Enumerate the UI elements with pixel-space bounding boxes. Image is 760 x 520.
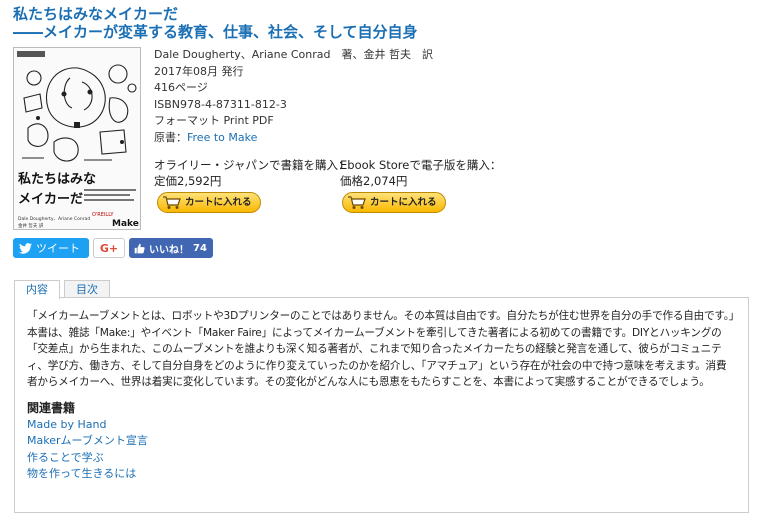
tab-toc[interactable]: 目次 [64,280,110,298]
list-item: Makerムーブメント宣言 [27,433,736,450]
cover-publisher-logo: O'REILLY [92,212,114,218]
book-metadata: Dale Dougherty、Ariane Conrad 著、金井 哲夫 訳 2… [154,47,433,146]
book-cover-image: 私たちはみな メイカーだ Dale Dougherty、Ariane Conra… [13,47,141,230]
related-book-link[interactable]: 作ることで学ぶ [27,451,104,464]
book-original: 原書：Free to Make [154,130,433,147]
related-book-link[interactable]: 物を作って生きるには [27,467,136,480]
cover-make-logo: Make: [112,219,141,229]
buy-print-label: オライリー・ジャパンで書籍を購入： [154,158,350,172]
related-books-heading: 関連書籍 [27,400,76,415]
thumbs-up-icon [134,243,145,253]
ebook-price: 価格2,074円 [340,174,408,188]
cart-label: カートに入れる [370,196,437,208]
book-title-sub: ――メイカーが変革する教育、仕事、社会、そして自分自身 [13,23,418,41]
original-book-link[interactable]: Free to Make [187,131,257,144]
book-authors: Dale Dougherty、Ariane Conrad 著、金井 哲夫 訳 [154,48,433,61]
list-item: 作ることで学ぶ [27,450,736,467]
book-format: フォーマット Print PDF [154,114,274,127]
book-title-main: 私たちはみなメイカーだ [13,5,179,23]
social-buttons: ツイート G+ いいね！ 74 [13,238,213,258]
like-label: いいね！ [149,244,189,256]
list-item: Made by Hand [27,417,736,434]
buy-ebook-label: Ebook Storeで電子版を購入： [340,158,502,172]
tab-panel: 「メイカームーブメントとは、ロボットや3Dプリンターのことではありません。その本… [14,297,749,513]
cover-translator: 金井 哲夫 訳 [18,222,44,229]
cover-title-line1: 私たちはみな [18,171,96,187]
book-isbn: ISBN978-4-87311-812-3 [154,97,287,111]
facebook-like-button[interactable]: いいね！ 74 [129,238,213,258]
like-count: 74 [193,242,207,254]
tab-contents[interactable]: 内容 [14,280,60,299]
cover-authors: Dale Dougherty、Ariane Conrad [18,216,90,222]
print-price: 定価2,592円 [154,174,222,188]
list-item: 物を作って生きるには [27,466,736,483]
book-description: 「メイカームーブメントとは、ロボットや3Dプリンターのことではありません。その本… [27,310,734,388]
cart-icon [348,196,366,209]
cover-title-line2: メイカーだ [18,192,83,207]
buy-ebook: Ebook Storeで電子版を購入： 価格2,074円 カートに入れる [340,157,501,213]
tweet-label: ツイート [36,242,80,255]
original-label: 原書： [154,130,187,144]
related-books-list: Made by Hand Makerムーブメント宣言 作ることで学ぶ 物を作って… [27,417,736,483]
buy-print: オライリー・ジャパンで書籍を購入： 定価2,592円 カートに入れる [154,157,350,213]
add-to-cart-print-button[interactable]: カートに入れる [157,192,261,213]
add-to-cart-ebook-button[interactable]: カートに入れる [342,192,446,213]
book-pages: 416ページ [154,81,208,94]
book-title: 私たちはみなメイカーだ ――メイカーが変革する教育、仕事、社会、そして自分自身 [13,5,418,42]
related-book-link[interactable]: Made by Hand [27,418,106,431]
book-date: 2017年08月 発行 [154,64,244,78]
cart-label: カートに入れる [185,196,252,208]
tweet-button[interactable]: ツイート [13,238,89,258]
related-book-link[interactable]: Makerムーブメント宣言 [27,434,148,447]
cart-icon [163,196,181,209]
twitter-bird-icon [19,242,32,254]
google-plus-button[interactable]: G+ [93,238,125,258]
